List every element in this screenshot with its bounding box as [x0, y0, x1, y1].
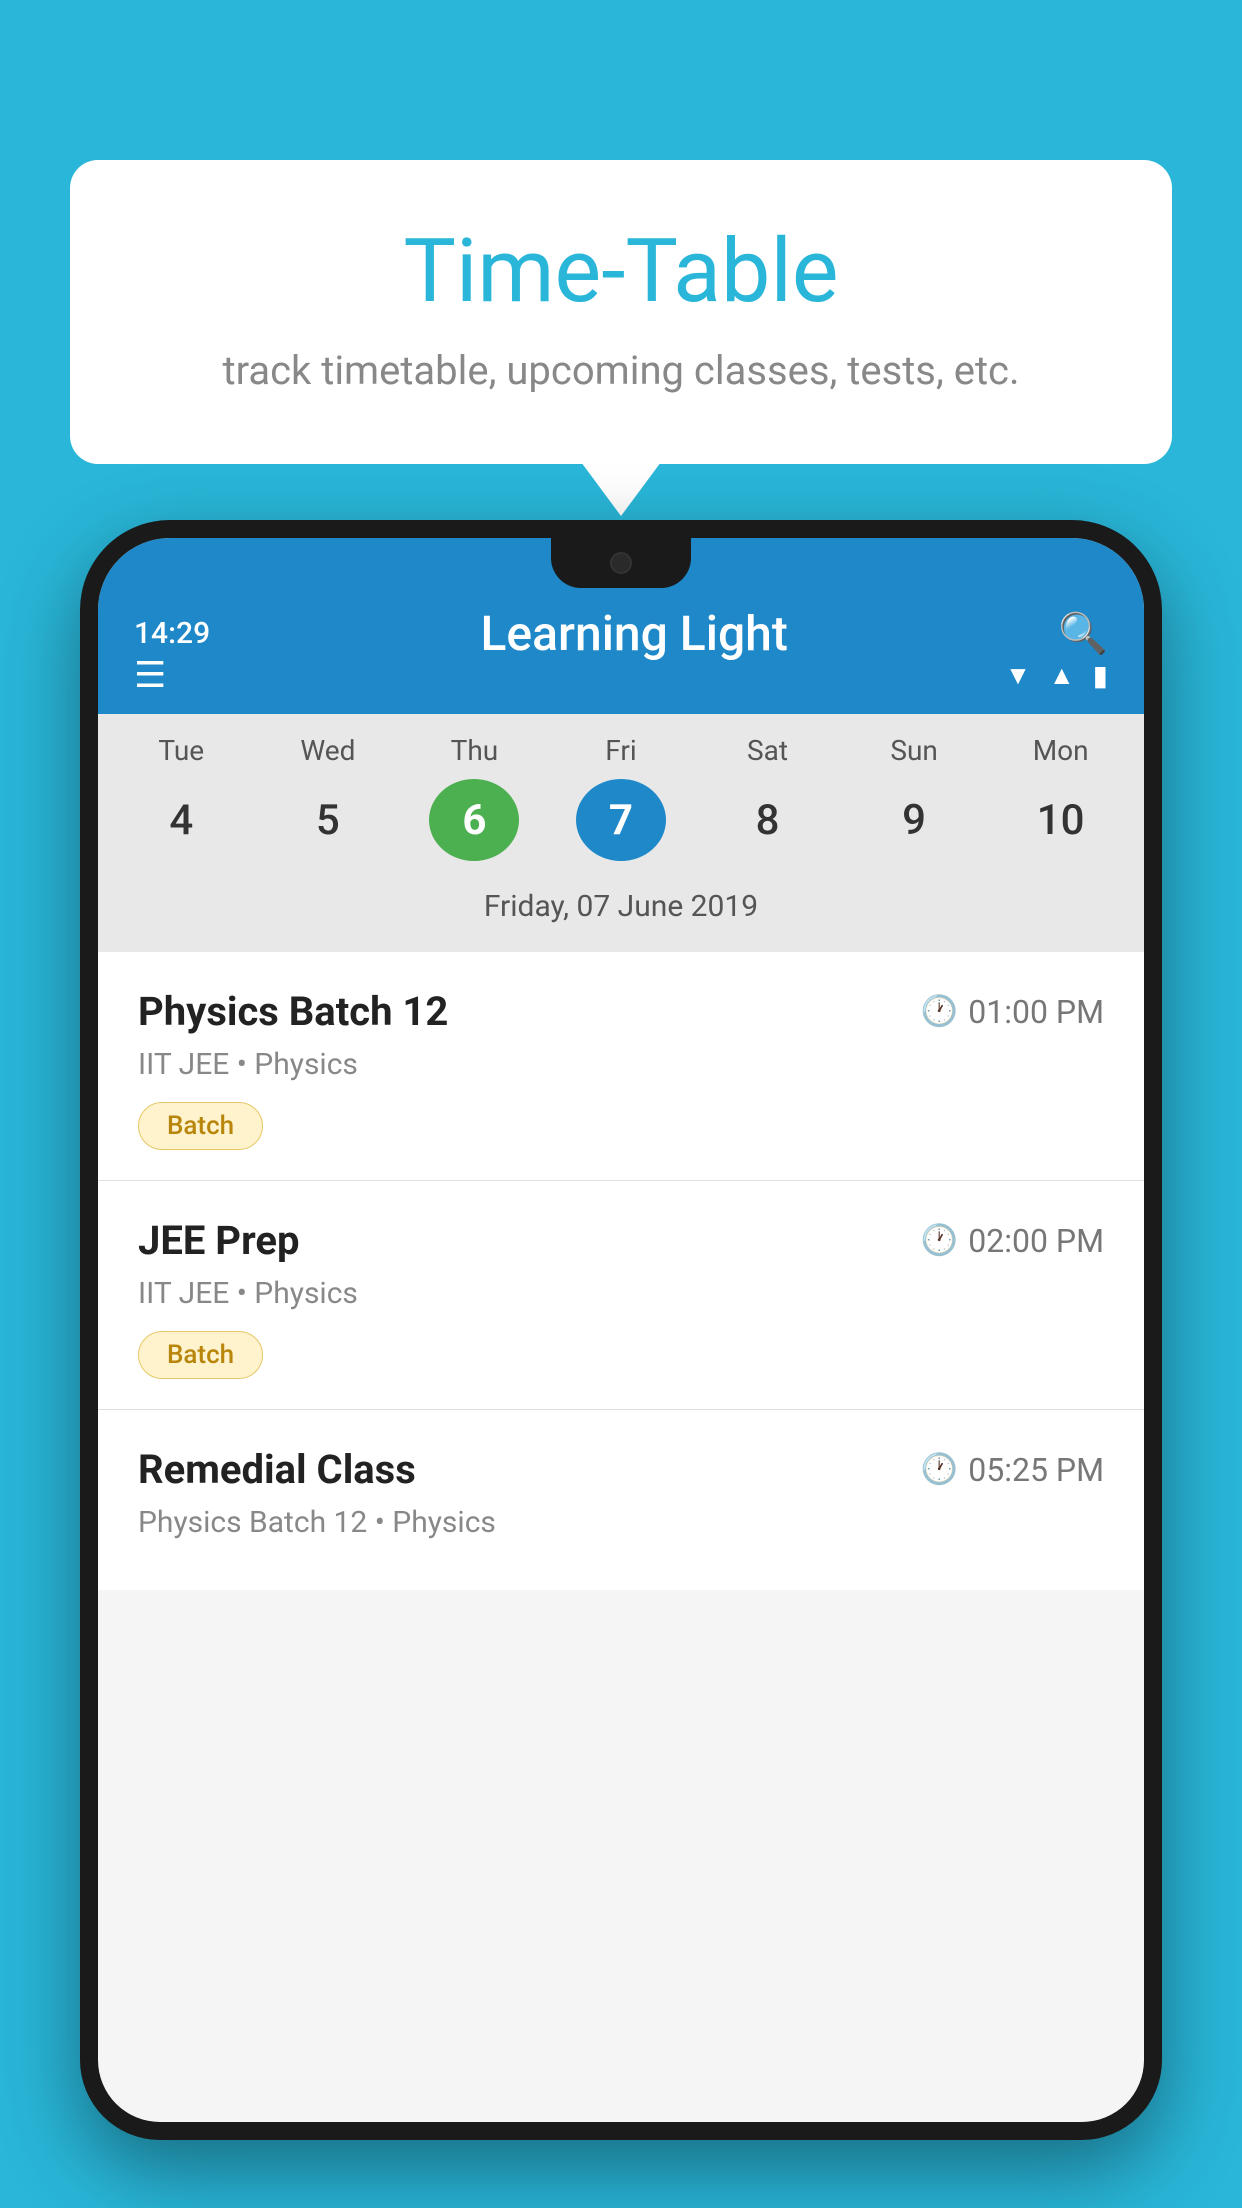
phone-screen: 14:29 Learning Light 🔍 ☰ ▼ ▲ ▮ Tue Wed	[98, 538, 1144, 2122]
class-time-1: 🕐 01:00 PM	[921, 993, 1104, 1031]
class-item-2[interactable]: JEE Prep 🕐 02:00 PM IIT JEE • Physics Ba…	[98, 1181, 1144, 1410]
day-numbers: 4 5 6 7 8 9 10	[98, 779, 1144, 877]
class-time-3: 🕐 05:25 PM	[921, 1451, 1104, 1489]
day-6-today[interactable]: 6	[429, 779, 519, 861]
day-header-sun: Sun	[869, 734, 959, 767]
clock-icon-1: 🕐	[921, 994, 958, 1029]
day-header-sat: Sat	[723, 734, 813, 767]
class-item-1-header: Physics Batch 12 🕐 01:00 PM	[138, 988, 1104, 1035]
day-header-thu: Thu	[429, 734, 519, 767]
phone-wrapper: 14:29 Learning Light 🔍 ☰ ▼ ▲ ▮ Tue Wed	[80, 520, 1162, 2208]
clock-icon-3: 🕐	[921, 1452, 958, 1487]
camera-dot	[610, 552, 632, 574]
selected-date: Friday, 07 June 2019	[98, 877, 1144, 942]
class-meta-1: IIT JEE • Physics	[138, 1047, 1104, 1082]
class-meta-2: IIT JEE • Physics	[138, 1276, 1104, 1311]
day-9[interactable]: 9	[869, 779, 959, 861]
search-icon[interactable]: 🔍	[1058, 610, 1108, 657]
status-time: 14:29	[134, 616, 210, 651]
app-bar-title: Learning Light	[210, 605, 1058, 662]
class-item-2-header: JEE Prep 🕐 02:00 PM	[138, 1217, 1104, 1264]
day-headers: Tue Wed Thu Fri Sat Sun Mon	[98, 734, 1144, 779]
class-time-2: 🕐 02:00 PM	[921, 1222, 1104, 1260]
day-header-wed: Wed	[283, 734, 373, 767]
clock-icon-2: 🕐	[921, 1223, 958, 1258]
class-item-3[interactable]: Remedial Class 🕐 05:25 PM Physics Batch …	[98, 1410, 1144, 1590]
battery-status-icon: ▮	[1093, 659, 1108, 692]
day-10[interactable]: 10	[1016, 779, 1106, 861]
tooltip-card: Time-Table track timetable, upcoming cla…	[70, 160, 1172, 464]
batch-tag-1: Batch	[138, 1102, 263, 1150]
tooltip-title: Time-Table	[150, 220, 1092, 323]
class-name-2: JEE Prep	[138, 1217, 299, 1264]
class-list: Physics Batch 12 🕐 01:00 PM IIT JEE • Ph…	[98, 952, 1144, 1590]
signal-status-icon: ▲	[1049, 660, 1075, 691]
phone-outer: 14:29 Learning Light 🔍 ☰ ▼ ▲ ▮ Tue Wed	[80, 520, 1162, 2140]
day-7-selected[interactable]: 7	[576, 779, 666, 861]
day-header-tue: Tue	[136, 734, 226, 767]
class-item-3-header: Remedial Class 🕐 05:25 PM	[138, 1446, 1104, 1493]
day-8[interactable]: 8	[723, 779, 813, 861]
class-name-3: Remedial Class	[138, 1446, 416, 1493]
calendar-strip: Tue Wed Thu Fri Sat Sun Mon 4 5 6 7 8 9 …	[98, 714, 1144, 952]
day-5[interactable]: 5	[283, 779, 373, 861]
menu-icon[interactable]: ☰	[134, 654, 166, 696]
phone-notch	[551, 538, 691, 588]
wifi-status-icon: ▼	[1005, 660, 1031, 691]
class-name-1: Physics Batch 12	[138, 988, 448, 1035]
class-item-1[interactable]: Physics Batch 12 🕐 01:00 PM IIT JEE • Ph…	[98, 952, 1144, 1181]
day-4[interactable]: 4	[136, 779, 226, 861]
day-header-mon: Mon	[1016, 734, 1106, 767]
batch-tag-2: Batch	[138, 1331, 263, 1379]
tooltip-subtitle: track timetable, upcoming classes, tests…	[150, 347, 1092, 394]
class-meta-3: Physics Batch 12 • Physics	[138, 1505, 1104, 1540]
day-header-fri: Fri	[576, 734, 666, 767]
